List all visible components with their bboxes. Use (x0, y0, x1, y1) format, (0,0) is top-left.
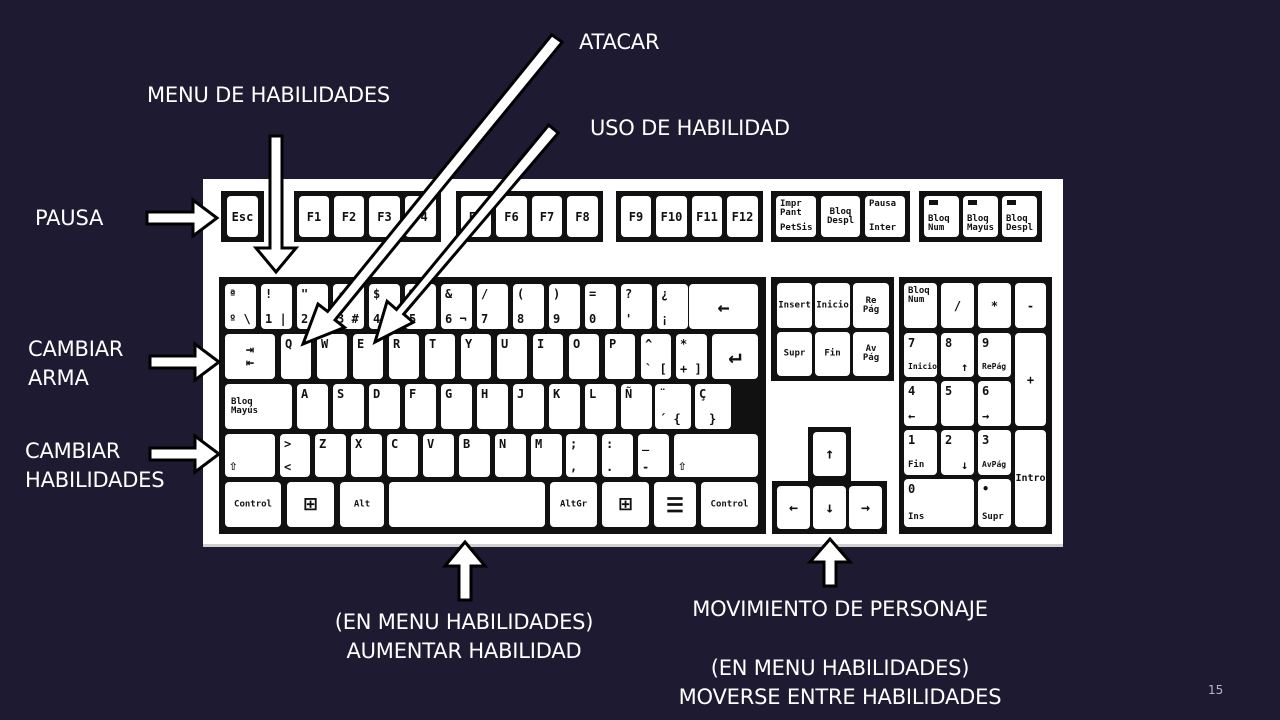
arrow-atacar (300, 32, 565, 347)
arrow-menu-habilidades (252, 134, 300, 275)
callout-arrows (145, 32, 854, 602)
arrow-cambiar-arma (148, 341, 222, 383)
arrow-pausa (145, 197, 220, 239)
arrow-aumentar-habilidad (441, 539, 489, 602)
arrow-cambiar-habilidades (148, 433, 222, 475)
arrow-movimiento (806, 536, 854, 588)
diagonal-arrows (300, 32, 565, 347)
